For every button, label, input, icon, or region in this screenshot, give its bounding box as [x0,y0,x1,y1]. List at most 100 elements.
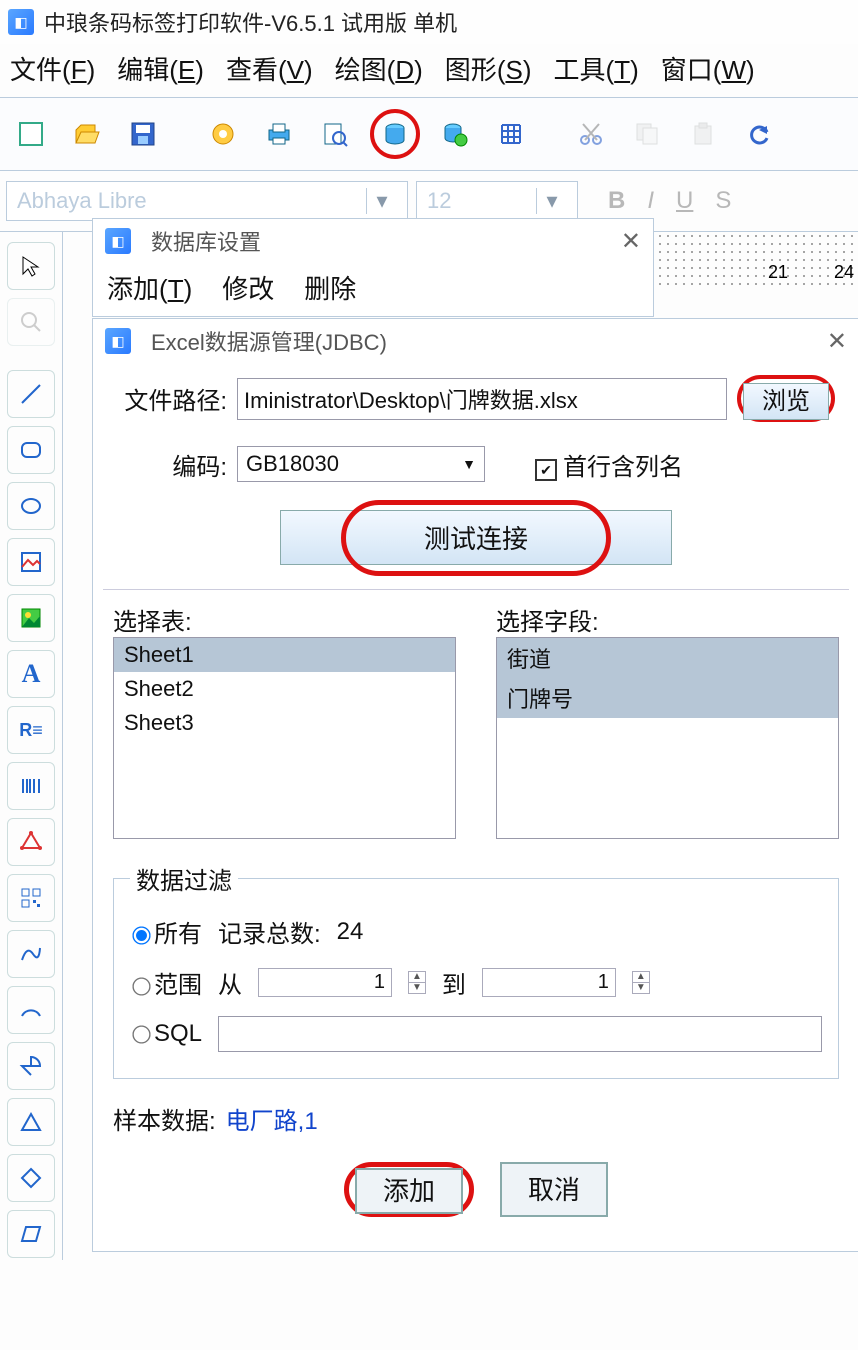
test-connection-button[interactable]: 测试连接 [280,510,672,565]
db-modify-menu[interactable]: 修改 [222,269,274,306]
triangle-icon[interactable] [7,1098,55,1146]
print-icon[interactable] [258,113,300,155]
close-icon[interactable]: ✕ [621,227,641,256]
window-title: 中琅条码标签打印软件-V6.5.1 试用版 单机 [44,6,457,38]
menu-draw[interactable]: 绘图(D) [335,50,423,87]
record-count-label: 记录总数: [218,914,321,949]
table-listbox[interactable]: Sheet1 Sheet2 Sheet3 [113,637,456,839]
radio-all[interactable]: 所有 [130,914,202,949]
radio-sql[interactable]: SQL [130,1020,202,1048]
rounded-rect-icon[interactable] [7,426,55,474]
settings-icon[interactable] [202,113,244,155]
menu-view[interactable]: 查看(V) [226,50,313,87]
from-label: 从 [218,965,242,1000]
highlight-circle: 添加 [344,1162,474,1217]
zoom-icon[interactable] [7,298,55,346]
chevron-down-icon: ▼ [462,456,476,472]
encoding-label: 编码: [117,447,227,482]
list-item[interactable]: Sheet2 [114,672,455,706]
ellipse-icon[interactable] [7,482,55,530]
arc-icon[interactable] [7,986,55,1034]
undo-icon[interactable] [738,113,780,155]
font-size-value: 12 [427,188,451,214]
dialog-icon: ◧ [105,228,131,254]
picture-icon[interactable] [7,594,55,642]
first-row-checkbox[interactable]: ✔首行含列名 [535,447,683,482]
underline-button[interactable]: U [676,187,693,215]
menu-tool[interactable]: 工具(T) [554,50,639,87]
new-doc-icon[interactable] [10,113,52,155]
window-title-bar: ◧ 中琅条码标签打印软件-V6.5.1 试用版 单机 [0,0,858,44]
paste-icon[interactable] [682,113,724,155]
checkbox-checked-icon: ✔ [535,459,557,481]
database-refresh-icon[interactable] [434,113,476,155]
text-icon[interactable]: A [7,650,55,698]
highlight-circle: 浏览 [737,375,835,422]
file-path-label: 文件路径: [117,381,227,416]
parallelogram-icon[interactable] [7,1210,55,1258]
to-spinner[interactable]: ▲▼ [632,971,650,994]
font-family-combo[interactable]: Abhaya Libre ▾ [6,181,408,221]
to-label: 到 [442,965,466,1000]
list-item[interactable]: 街道 [497,638,838,678]
line-icon[interactable] [7,370,55,418]
from-input[interactable]: 1 [258,968,392,997]
db-add-menu[interactable]: 添加(T) [107,269,192,306]
strike-button[interactable]: S [715,187,731,215]
to-input[interactable]: 1 [482,968,616,997]
add-button[interactable]: 添加 [355,1168,463,1214]
font-size-combo[interactable]: 12 ▾ [416,181,578,221]
radio-range[interactable]: 范围 [130,965,202,1000]
menu-file[interactable]: 文件(F) [10,50,95,87]
list-item[interactable]: Sheet1 [114,638,455,672]
select-field-label: 选择字段: [496,602,839,637]
browse-button[interactable]: 浏览 [743,383,829,420]
open-icon[interactable] [66,113,108,155]
select-table-label: 选择表: [113,602,456,637]
sql-input[interactable] [218,1016,822,1052]
from-spinner[interactable]: ▲▼ [408,971,426,994]
menu-shape[interactable]: 图形(S) [445,50,532,87]
db-delete-menu[interactable]: 删除 [304,269,356,306]
record-count-value: 24 [337,918,364,946]
chevron-down-icon: ▾ [536,188,567,214]
filter-legend: 数据过滤 [130,861,238,896]
barcode-icon[interactable] [7,762,55,810]
app-icon: ◧ [8,9,34,35]
data-filter-group: 数据过滤 所有 记录总数: 24 范围 从 1 ▲▼ 到 1 ▲▼ SQL [113,861,839,1079]
polygon-icon[interactable] [7,818,55,866]
richtext-icon[interactable]: R≡ [7,706,55,754]
database-icon[interactable] [370,109,420,159]
save-icon[interactable] [122,113,164,155]
preview-icon[interactable] [314,113,356,155]
menu-bar: 文件(F) 编辑(E) 查看(V) 绘图(D) 图形(S) 工具(T) 窗口(W… [0,44,858,97]
font-family-value: Abhaya Libre [17,188,147,214]
excel-datasource-dialog: ◧ Excel数据源管理(JDBC) ✕ 文件路径: Iministrator\… [92,318,858,1252]
menu-edit[interactable]: 编辑(E) [117,50,204,87]
image-frame-icon[interactable] [7,538,55,586]
database-settings-dialog: ◧ 数据库设置 ✕ 添加(T) 修改 删除 [92,218,654,317]
chevron-down-icon: ▾ [366,188,397,214]
sample-value: 电厂路,1 [226,1101,318,1136]
list-item[interactable]: 门牌号 [497,678,838,718]
curve-icon[interactable] [7,930,55,978]
grid-icon[interactable] [490,113,532,155]
cancel-button[interactable]: 取消 [500,1162,608,1217]
side-toolbar: A R≡ [0,232,63,1260]
italic-button[interactable]: I [647,187,654,215]
encoding-value: GB18030 [246,451,339,477]
cut-icon[interactable] [570,113,612,155]
copy-icon[interactable] [626,113,668,155]
field-listbox[interactable]: 街道 门牌号 [496,637,839,839]
file-path-input[interactable]: Iministrator\Desktop\门牌数据.xlsx [237,378,727,420]
list-item[interactable]: Sheet3 [114,706,455,740]
close-icon[interactable]: ✕ [827,327,847,356]
main-toolbar [0,97,858,171]
bold-button[interactable]: B [608,187,625,215]
pie-icon[interactable] [7,1042,55,1090]
encoding-combo[interactable]: GB18030 ▼ [237,446,485,482]
qrcode-icon[interactable] [7,874,55,922]
dialog-icon: ◧ [105,328,131,354]
diamond-icon[interactable] [7,1154,55,1202]
menu-window[interactable]: 窗口(W) [661,50,755,87]
